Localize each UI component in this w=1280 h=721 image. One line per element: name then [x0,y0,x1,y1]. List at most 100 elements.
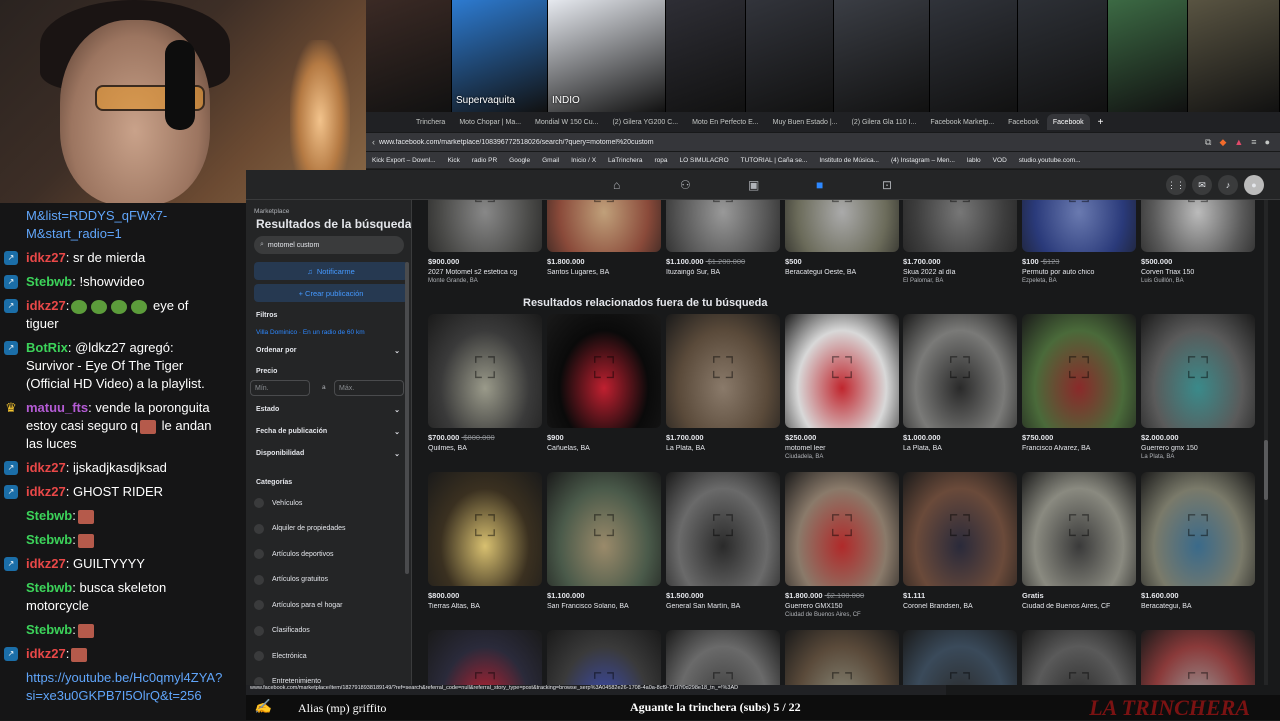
browser-tab[interactable]: Facebook Marketp... [924,114,1000,130]
chat-username[interactable]: BotRix [26,340,68,355]
listing-photo[interactable]: ⛶ [1141,472,1255,586]
bookmark-item[interactable]: VOD [993,157,1007,164]
browser-tab[interactable]: (2) Gilera Gla 110 I... [845,114,922,130]
listing-photo[interactable]: ⛶ [547,200,661,252]
listing-card[interactable]: ⛶ $100 $123 Permuto por auto chico Ezpeleta… [1022,200,1136,284]
listing-photo[interactable]: ⛶ [547,472,661,586]
category-item[interactable]: Entretenimiento [254,676,321,685]
friends-icon[interactable]: ⚇ [680,178,691,192]
tab-thumbnail[interactable] [666,0,746,112]
notifications-icon[interactable]: ♪ [1218,175,1238,195]
tab-thumbnail[interactable] [1018,0,1108,112]
bookmark-item[interactable]: Kick [448,157,460,164]
listing-photo[interactable]: ⛶ [903,630,1017,685]
listing-card[interactable]: ⛶ [666,630,780,685]
browser-tab[interactable]: Facebook [1046,114,1090,130]
listing-photo[interactable]: ⛶ [1141,630,1255,685]
listing-card[interactable]: ⛶ $1.500.000 General San Martín, BA [666,472,780,610]
browser-tab[interactable]: Facebook [1002,114,1045,130]
avatar[interactable]: ● [1244,175,1264,195]
location-filter[interactable]: Villa Dominico · En un radio de 60 km [256,329,365,336]
category-item[interactable]: Clasificados [254,625,310,636]
browser-tab[interactable]: (2) Gilera YG200 C... [606,114,684,130]
chat-username[interactable]: idkz27 [26,484,66,499]
listing-photo[interactable]: ⛶ [1022,472,1136,586]
category-item[interactable]: Artículos para el hogar [254,600,342,610]
browser-tab[interactable]: Mondial W 150 Cu... [529,114,604,130]
bookmark-item[interactable]: Kick Export – Downl... [372,157,436,164]
listing-photo[interactable]: ⛶ [428,314,542,428]
bookmark-item[interactable]: Inicio / X [571,157,596,164]
tab-thumbnail[interactable]: Supervaquita [452,0,548,112]
max-price-input[interactable]: Máx. [334,380,404,396]
listing-photo[interactable]: ⛶ [903,200,1017,252]
listing-photo[interactable]: ⛶ [666,200,780,252]
listing-photo[interactable]: ⛶ [666,314,780,428]
listing-card[interactable]: ⛶ [547,630,661,685]
listing-card[interactable]: ⛶ [1022,630,1136,685]
bookmark-item[interactable]: LO SIMULACRO [680,157,729,164]
listing-card[interactable]: ⛶ $1.800.000 Santos Lugares, BA [547,200,661,276]
listing-card[interactable]: ⛶ $750.000 Francisco Alvarez, BA [1022,314,1136,452]
listing-card[interactable]: ⛶ $1.111 Coronel Brandsen, BA [903,472,1017,610]
marketplace-icon[interactable]: ■ [816,178,823,192]
availability-dropdown[interactable]: Disponibilidad ⌄ [256,450,400,458]
profile-icon[interactable]: ● [1265,137,1270,148]
listing-card[interactable]: ⛶ $900 Cañuelas, BA [547,314,661,452]
listing-card[interactable]: ⛶ $1.700.000 La Plata, BA [666,314,780,452]
date-dropdown[interactable]: Fecha de publicación ⌄ [256,428,400,436]
listing-card[interactable]: ⛶ $1.100.000 $1.200.000 Ituzaingó Sur, BA [666,200,780,276]
chat-username[interactable]: matuu_fts [26,400,88,415]
listing-photo[interactable]: ⛶ [785,472,899,586]
gaming-icon[interactable]: ⊡ [882,178,892,192]
listing-photo[interactable]: ⛶ [1141,314,1255,428]
chat-username[interactable]: Stebwb [26,508,72,523]
brave-shield-icon[interactable]: ◆ [1219,137,1226,148]
url-text[interactable]: www.facebook.com/marketplace/10839677251… [379,139,1205,146]
listing-card[interactable]: ⛶ $1.700.000 Skua 2022 al día El Palomar, B… [903,200,1017,284]
tab-thumbnail[interactable] [1188,0,1280,112]
category-item[interactable]: Alquiler de propiedades [254,523,346,534]
listing-card[interactable]: ⛶ $1.600.000 Beracategui, BA [1141,472,1255,610]
tab-thumbnail[interactable]: INDIO [548,0,666,112]
chat-username[interactable]: idkz27 [26,556,66,571]
bookmark-item[interactable]: LaTrinchera [608,157,642,164]
category-item[interactable]: Electrónica [254,651,307,661]
bookmark-item[interactable]: TUTORIAL | Caña se... [741,157,808,164]
category-item[interactable]: Vehículos [254,498,302,508]
listing-card[interactable]: ⛶ $1.100.000 San Francisco Solano, BA [547,472,661,610]
listing-photo[interactable]: ⛶ [1022,314,1136,428]
chat-username[interactable]: Stebwb [26,580,72,595]
home-icon[interactable]: ⌂ [613,178,620,192]
listing-card[interactable]: ⛶ [785,630,899,685]
bookmark-item[interactable]: Gmail [542,157,559,164]
browser-tab[interactable]: Moto Chopar | Ma... [453,114,527,130]
tab-thumbnail[interactable] [834,0,930,112]
listing-card[interactable]: ⛶ [428,630,542,685]
bookmark-item[interactable]: Instituto de Música... [819,157,879,164]
bookmark-item[interactable]: Google [509,157,530,164]
bookmark-item[interactable]: lablo [967,157,981,164]
tab-thumbnail[interactable] [746,0,834,112]
menu-icon[interactable]: ≡ [1251,137,1256,148]
listing-photo[interactable]: ⛶ [785,200,899,252]
bookmark-item[interactable]: studio.youtube.com... [1019,157,1081,164]
listing-photo[interactable]: ⛶ [428,472,542,586]
bookmark-item[interactable]: ropa [655,157,668,164]
extension-icon[interactable]: ⧉ [1205,137,1211,148]
messenger-icon[interactable]: ✉ [1192,175,1212,195]
create-listing-button[interactable]: + Crear publicación [254,284,408,302]
browser-tab[interactable]: Muy Buen Estado |... [767,114,844,130]
tab-thumbnail[interactable] [930,0,1018,112]
listing-card[interactable]: ⛶ $1.000.000 La Plata, BA [903,314,1017,452]
browser-tab[interactable]: Trinchera [410,114,451,130]
bookmark-item[interactable]: (4) Instagram – Men... [891,157,955,164]
bookmark-item[interactable]: radio PR [472,157,497,164]
chat-username[interactable]: idkz27 [26,298,66,313]
back-icon[interactable]: ‹ [372,137,375,147]
listing-card[interactable]: ⛶ [903,630,1017,685]
tab-thumbnail[interactable] [366,0,452,112]
listing-photo[interactable]: ⛶ [785,314,899,428]
listing-card[interactable]: ⛶ $800.000 Tierras Altas, BA [428,472,542,610]
sort-dropdown[interactable]: Ordenar por ⌄ [256,347,400,355]
